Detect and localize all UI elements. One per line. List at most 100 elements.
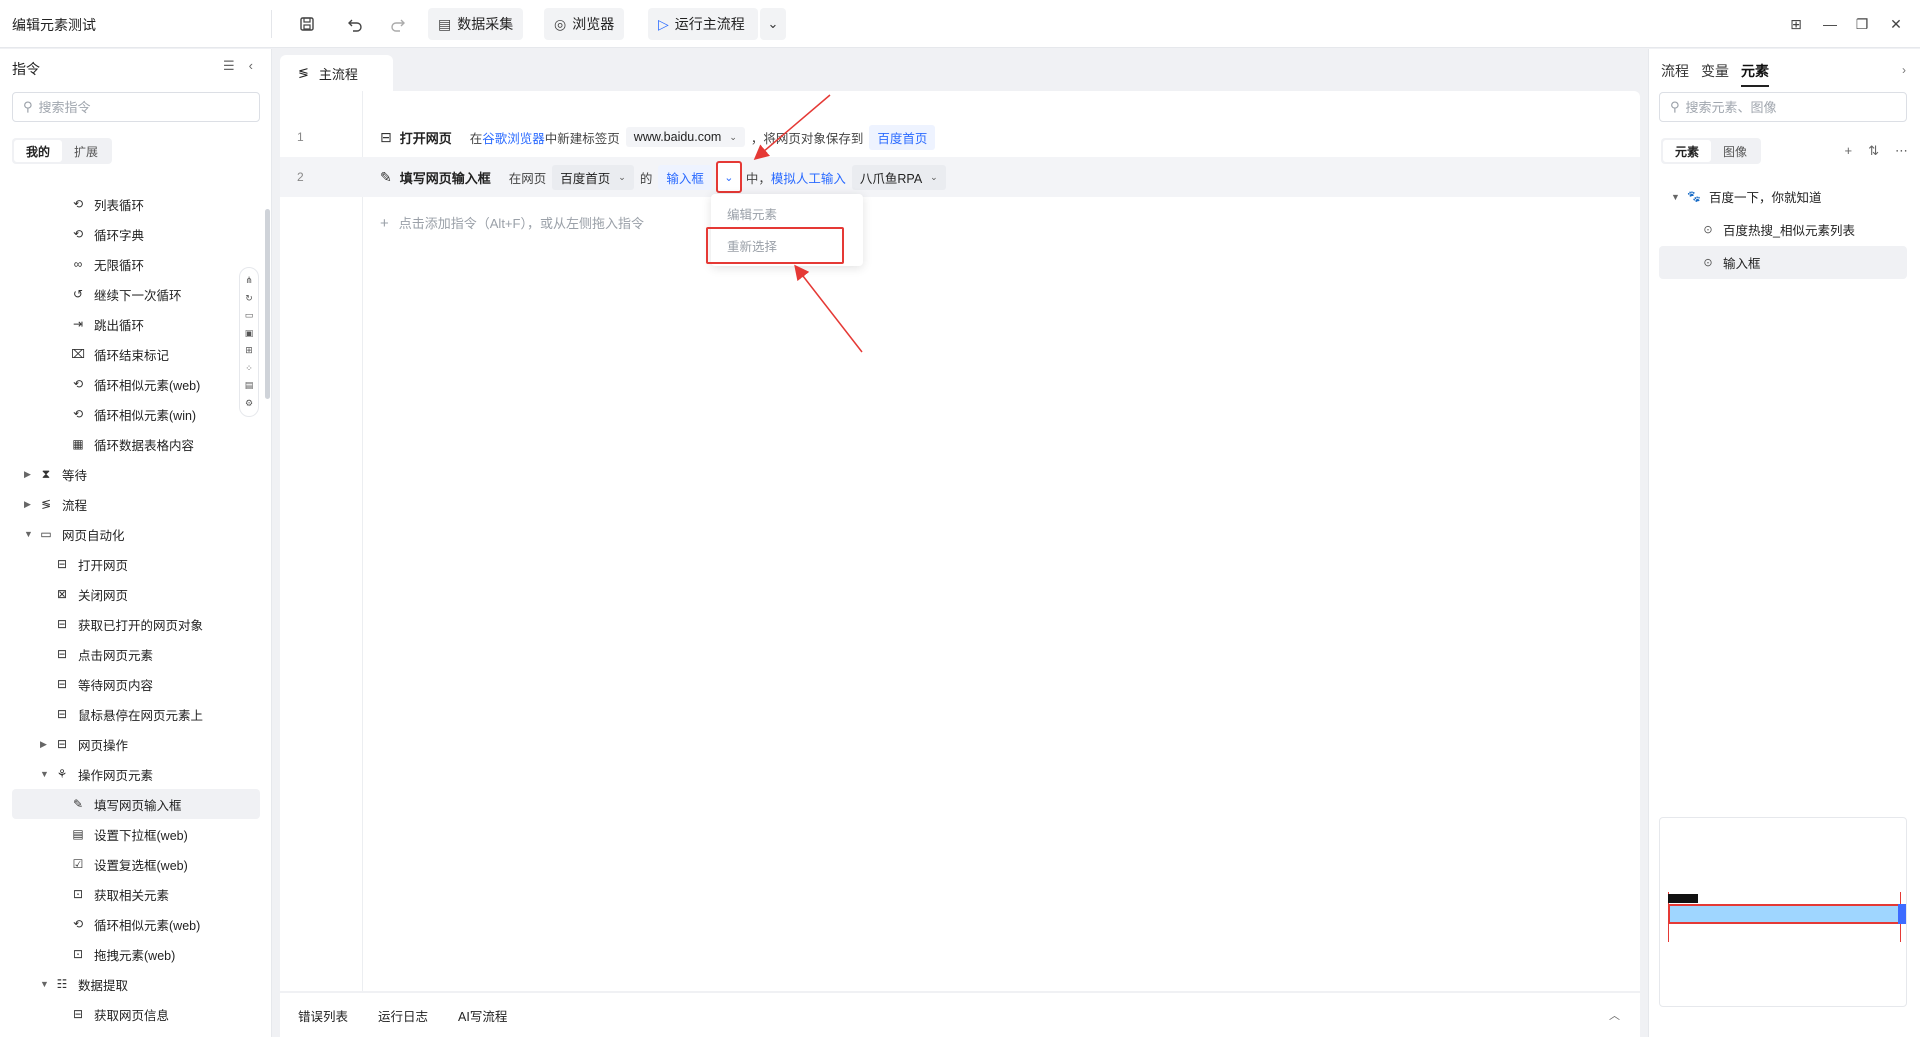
loop-icon[interactable]: ↻ <box>245 293 253 304</box>
value-param[interactable]: 八爪鱼RPA ⌄ <box>851 164 946 190</box>
command-label: 获取已打开的网页对象 <box>78 618 204 633</box>
flow-canvas[interactable]: 1 ⊟ 打开网页 在 谷歌浏览器 中新建标签页 www.baidu.com ⌄ … <box>280 91 1640 991</box>
command-item[interactable]: ⊟ 获取已打开的网页对象 <box>12 609 260 639</box>
layout-icon[interactable]: ⊞ <box>1786 14 1806 34</box>
command-item[interactable]: ▶ ⊟ 网页操作 <box>12 729 260 759</box>
tab-ai-flow[interactable]: AI写流程 <box>458 1006 507 1025</box>
command-item[interactable]: ⊟ 等待网页内容 <box>12 669 260 699</box>
output-variable[interactable]: 百度首页 <box>869 124 936 150</box>
command-item[interactable]: ⊡ 拖拽元素(web) <box>12 939 260 969</box>
command-item[interactable]: ⟲ 循环相似元素(win) <box>12 399 260 429</box>
caret-down-icon[interactable]: ▼ <box>40 979 50 989</box>
command-item[interactable]: ▼ ⚘ 操作网页元素 <box>12 759 260 789</box>
command-item[interactable]: ⟲ 循环相似元素(web) <box>12 909 260 939</box>
tab-elements[interactable]: 元素 <box>1741 61 1769 87</box>
chevron-right-icon[interactable]: › <box>1902 63 1906 77</box>
command-item[interactable]: ⊟ 鼠标悬停在网页元素上 <box>12 699 260 729</box>
command-item[interactable]: ⊡ 获取相关元素 <box>12 879 260 909</box>
browser-param[interactable]: 谷歌浏览器 <box>482 128 545 147</box>
tab-mine[interactable]: 我的 <box>14 140 63 162</box>
caret-down-icon[interactable]: ▼ <box>40 769 50 779</box>
element-tree-item[interactable]: ▼ 🐾 百度一下，你就知道 <box>1659 180 1907 213</box>
scrollbar[interactable] <box>265 209 270 399</box>
command-item[interactable]: ⊟ 点击网页元素 <box>12 639 260 669</box>
element-param[interactable]: 输入框 <box>658 164 712 190</box>
menu-edit-element[interactable]: 编辑元素 <box>727 204 777 223</box>
minimize-icon[interactable]: — <box>1820 14 1840 34</box>
command-item[interactable]: ⟲ 列表循环 <box>12 189 260 219</box>
element-search-input[interactable] <box>1685 99 1866 115</box>
command-item[interactable]: ▶ ≶ 流程 <box>12 489 260 519</box>
element-tree-item[interactable]: ⊙ 百度热搜_相似元素列表 <box>1659 213 1907 246</box>
command-label: 拖拽元素(web) <box>94 948 176 963</box>
sort-icon[interactable]: ⇅ <box>1868 143 1879 159</box>
command-item[interactable]: ✎ 填写网页输入框 <box>12 789 260 819</box>
caret-right-icon[interactable]: ▶ <box>40 739 50 750</box>
command-item[interactable]: ▼ ▭ 网页自动化 <box>12 519 260 549</box>
command-label: 循环相似元素(web) <box>94 918 201 933</box>
element-tree-item[interactable]: ⊙ 输入框 <box>1659 246 1907 279</box>
line-number: 1 <box>297 130 304 144</box>
input-mode-param[interactable]: 模拟人工输入 <box>771 168 846 187</box>
tab-flow[interactable]: 流程 <box>1661 61 1689 87</box>
monitor-icon[interactable]: ▣ <box>245 328 254 339</box>
command-item[interactable]: ▼ ☷ 数据提取 <box>12 969 260 999</box>
restore-icon[interactable]: ❐ <box>1852 14 1872 34</box>
sort-icon[interactable]: ☰ <box>223 58 235 74</box>
tab-extensions[interactable]: 扩展 <box>62 140 110 162</box>
close-icon[interactable]: ✕ <box>1886 14 1906 34</box>
undo-icon[interactable] <box>344 13 366 35</box>
collapse-left-icon[interactable]: ‹ <box>249 58 253 74</box>
url-param[interactable]: www.baidu.com ⌄ <box>625 127 745 147</box>
tab-run-log[interactable]: 运行日志 <box>378 1006 428 1025</box>
command-label: 继续下一次循环 <box>94 288 182 303</box>
save-icon[interactable] <box>296 13 318 35</box>
flow-row-1[interactable]: 1 ⊟ 打开网页 在 谷歌浏览器 中新建标签页 www.baidu.com ⌄ … <box>280 117 1640 157</box>
data-collect-button[interactable]: ▤ 数据采集 <box>428 8 524 40</box>
doc-icon[interactable]: ▤ <box>245 380 254 391</box>
run-main-button[interactable]: ▷ 运行主流程 <box>648 8 758 40</box>
command-item[interactable]: ▦ 循环数据表格内容 <box>12 429 260 459</box>
command-item[interactable]: ⟲ 循环字典 <box>12 219 260 249</box>
command-item[interactable]: ☑ 设置复选框(web) <box>12 849 260 879</box>
command-item[interactable]: ↺ 继续下一次循环 <box>12 279 260 309</box>
apps-icon[interactable]: ⁘ <box>245 363 253 374</box>
command-icon: ⊠ <box>56 587 68 601</box>
chevron-up-icon[interactable]: ︿ <box>1609 1007 1620 1023</box>
caret-right-icon[interactable]: ▶ <box>24 499 34 510</box>
element-dropdown-button[interactable]: ⌄ <box>715 161 742 193</box>
command-search[interactable]: ⚲ <box>12 92 260 122</box>
command-icon: ⊟ <box>72 1007 84 1021</box>
element-search[interactable]: ⚲ <box>1659 92 1907 122</box>
caret-down-icon[interactable]: ▼ <box>24 529 34 539</box>
settings-icon[interactable]: ⚙ <box>245 398 253 409</box>
command-item[interactable]: ⇥ 跳出循环 <box>12 309 260 339</box>
command-search-input[interactable] <box>38 99 219 115</box>
tab-error-list[interactable]: 错误列表 <box>298 1006 348 1025</box>
caret-right-icon[interactable]: ▶ <box>24 469 34 480</box>
page-param[interactable]: 百度首页 ⌄ <box>552 164 634 190</box>
flow-row-2[interactable]: 2 ✎ 填写网页输入框 在网页 百度首页 ⌄ 的 输入框 ⌄ 中， 模拟人工输入… <box>280 157 1640 197</box>
command-item[interactable]: ⊟ 打开网页 <box>12 549 260 579</box>
command-item[interactable]: ⟲ 循环相似元素(web) <box>12 369 260 399</box>
redo-icon[interactable] <box>387 13 409 35</box>
tab-main-flow[interactable]: ≶ 主流程 <box>280 55 393 91</box>
grid-icon[interactable]: ⊞ <box>245 345 253 356</box>
run-options-dropdown[interactable]: ⌄ <box>760 8 786 40</box>
browser-button[interactable]: ◎ 浏览器 <box>544 8 625 40</box>
command-item[interactable]: ⌧ 循环结束标记 <box>12 339 260 369</box>
subtab-elements[interactable]: 元素 <box>1663 140 1712 162</box>
commands-panel: 指令 ☰ ‹ ⚲ 我的 扩展 ⟲ 列表循环 ⟲ 循环字典 ∞ 无限循环 ↺ 继续下一次循环 ⇥ 跳… <box>0 49 272 1037</box>
branch-icon[interactable]: ⋔ <box>245 275 253 286</box>
add-icon[interactable]: + <box>1845 143 1853 159</box>
command-item[interactable]: ∞ 无限循环 <box>12 249 260 279</box>
command-item[interactable]: ⊟ 获取网页信息 <box>12 999 260 1029</box>
add-command-hint[interactable]: + 点击添加指令（Alt+F），或从左侧拖入指令 <box>380 213 644 232</box>
command-item[interactable]: ⊠ 关闭网页 <box>12 579 260 609</box>
more-icon[interactable]: ⋯ <box>1895 143 1908 159</box>
window-icon[interactable]: ▭ <box>245 310 254 321</box>
subtab-images[interactable]: 图像 <box>1711 140 1759 162</box>
command-item[interactable]: ▤ 设置下拉框(web) <box>12 819 260 849</box>
command-item[interactable]: ▶ ⧗ 等待 <box>12 459 260 489</box>
tab-variables[interactable]: 变量 <box>1701 61 1729 87</box>
